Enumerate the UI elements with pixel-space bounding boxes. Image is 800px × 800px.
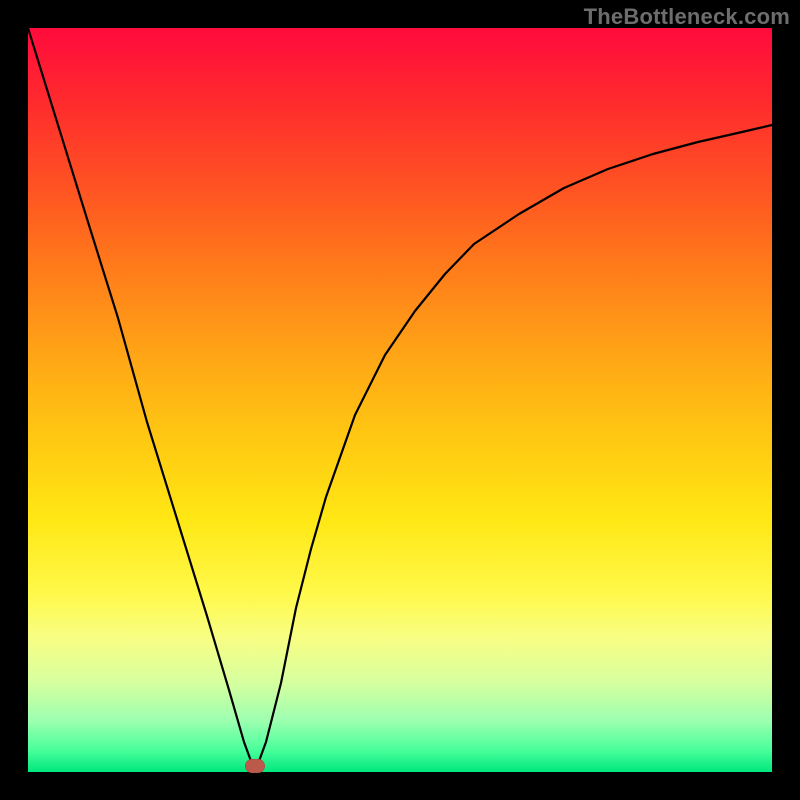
plot-area [28, 28, 772, 772]
watermark-text: TheBottleneck.com [584, 4, 790, 30]
chart-frame: TheBottleneck.com [0, 0, 800, 800]
minimum-marker [245, 759, 265, 773]
curve-path [28, 28, 772, 772]
bottleneck-curve [28, 28, 772, 772]
